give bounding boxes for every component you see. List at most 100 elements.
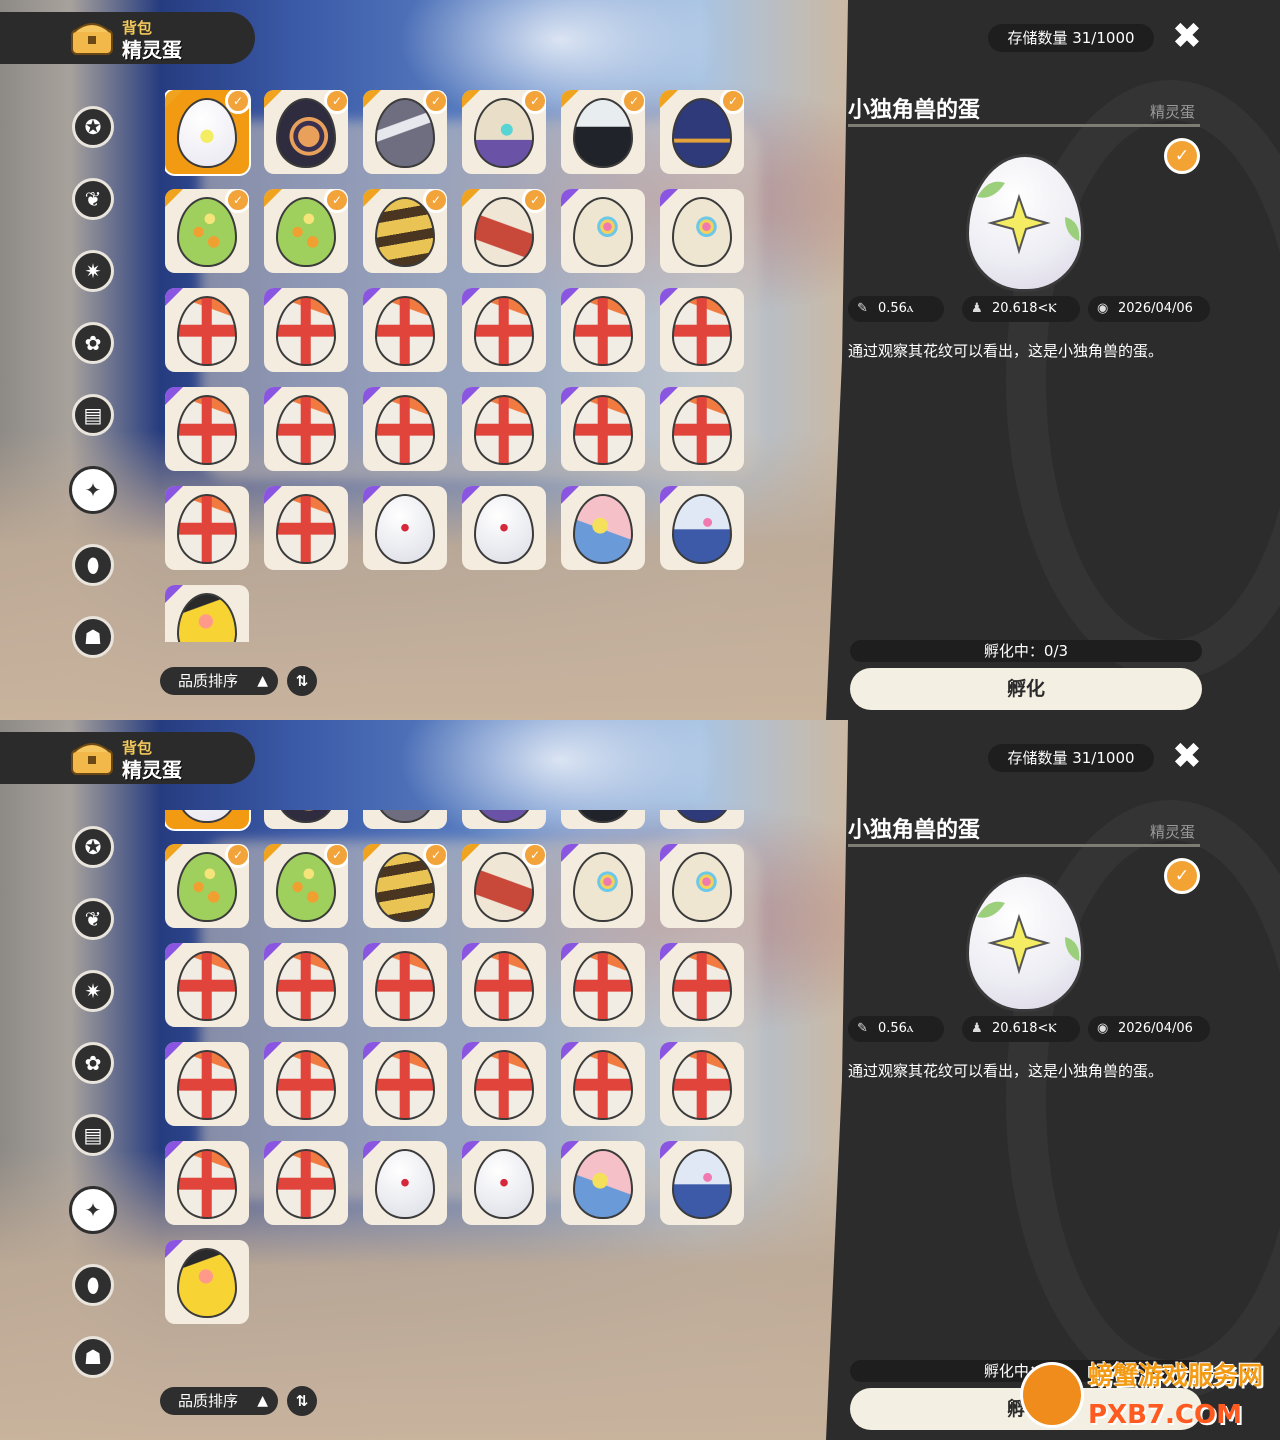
- egg-slot[interactable]: [264, 1042, 348, 1126]
- leaf-icon[interactable]: ❦: [72, 178, 114, 220]
- egg-slot[interactable]: ✓: [561, 810, 645, 829]
- egg-slot[interactable]: [165, 1240, 249, 1324]
- rarity-corner: [561, 1042, 579, 1060]
- egg-slot[interactable]: [165, 585, 249, 642]
- egg-slot[interactable]: [363, 1042, 447, 1126]
- egg-slot[interactable]: ✓: [165, 810, 249, 829]
- plant-icon[interactable]: ✿: [72, 1042, 114, 1084]
- egg-slot[interactable]: ✓: [363, 810, 447, 829]
- egg-slot[interactable]: [165, 288, 249, 372]
- sparkle-badge-icon[interactable]: ✷: [72, 250, 114, 292]
- star-badge-icon[interactable]: ✪: [72, 106, 114, 148]
- sort-dropdown[interactable]: 品质排序 ▲: [160, 667, 278, 695]
- egg-slot[interactable]: ✓: [165, 189, 249, 273]
- egg-slot[interactable]: [363, 1141, 447, 1225]
- sort-label: 品质排序: [178, 1392, 239, 1410]
- egg-slot[interactable]: [561, 486, 645, 570]
- stat-size-value: 0.56ⲁ: [878, 1021, 914, 1036]
- egg-slot[interactable]: [660, 288, 744, 372]
- egg-slot[interactable]: [462, 1042, 546, 1126]
- egg-slot[interactable]: [561, 189, 645, 273]
- egg-slot[interactable]: [165, 1042, 249, 1126]
- egg-slot[interactable]: [165, 387, 249, 471]
- egg-icon[interactable]: ✦: [69, 466, 117, 514]
- card-icon[interactable]: ▤: [72, 1114, 114, 1156]
- egg-slot[interactable]: [660, 1042, 744, 1126]
- egg-slot[interactable]: [660, 844, 744, 928]
- close-icon[interactable]: ✖: [1168, 18, 1206, 56]
- egg-slot[interactable]: [660, 1141, 744, 1225]
- egg-slot[interactable]: [264, 387, 348, 471]
- sort-dropdown[interactable]: 品质排序 ▲: [160, 1387, 278, 1415]
- sparkle-badge-icon[interactable]: ✷: [72, 970, 114, 1012]
- card-icon[interactable]: ▤: [72, 394, 114, 436]
- egg-icon: [177, 1050, 237, 1120]
- egg-slot[interactable]: [660, 387, 744, 471]
- egg-slot[interactable]: ✓: [264, 844, 348, 928]
- egg-slot[interactable]: [264, 1141, 348, 1225]
- egg-slot[interactable]: ✓: [165, 844, 249, 928]
- egg-icon[interactable]: ✦: [69, 1186, 117, 1234]
- egg-slot[interactable]: ✓: [660, 90, 744, 174]
- egg-slot[interactable]: [264, 943, 348, 1027]
- egg-slot[interactable]: [561, 1141, 645, 1225]
- egg-slot[interactable]: ✓: [462, 810, 546, 829]
- hatch-button[interactable]: 孵化: [850, 668, 1202, 710]
- egg-slot[interactable]: ✓: [462, 844, 546, 928]
- egg-icon: [375, 395, 435, 465]
- sort-order-toggle-icon[interactable]: ⇅: [287, 666, 317, 696]
- egg-slot[interactable]: [561, 943, 645, 1027]
- egg-slot[interactable]: [165, 486, 249, 570]
- egg-slot[interactable]: [660, 189, 744, 273]
- bag-icon[interactable]: ☗: [72, 616, 114, 658]
- egg-slot[interactable]: ✓: [561, 90, 645, 174]
- sort-order-toggle-icon[interactable]: ⇅: [287, 1386, 317, 1416]
- quality-medal-icon: ✓: [324, 844, 348, 868]
- egg-slot[interactable]: [264, 288, 348, 372]
- egg-slot[interactable]: ✓: [462, 90, 546, 174]
- egg-slot[interactable]: ✓: [363, 90, 447, 174]
- egg-slot[interactable]: [462, 943, 546, 1027]
- egg-slot[interactable]: ✓: [660, 810, 744, 829]
- rarity-corner: [561, 288, 579, 306]
- egg-slot[interactable]: [165, 943, 249, 1027]
- rarity-corner: [462, 189, 480, 207]
- egg-slot[interactable]: [363, 486, 447, 570]
- bag-icon[interactable]: ☗: [72, 1336, 114, 1378]
- egg-slot[interactable]: ✓: [363, 844, 447, 928]
- egg-slot[interactable]: ✓: [462, 189, 546, 273]
- egg-slot[interactable]: [561, 1042, 645, 1126]
- egg-slot[interactable]: [561, 288, 645, 372]
- egg-slot[interactable]: [660, 486, 744, 570]
- egg-slot[interactable]: ✓: [264, 90, 348, 174]
- acorn-icon[interactable]: ⬮: [72, 1264, 114, 1306]
- acorn-icon[interactable]: ⬮: [72, 544, 114, 586]
- site-watermark-logo: 螃蟹游戏服务网 PXB7.COM: [1020, 1352, 1280, 1440]
- egg-category: 精灵蛋: [1150, 103, 1196, 121]
- egg-slot[interactable]: ✓: [363, 189, 447, 273]
- egg-slot[interactable]: [264, 486, 348, 570]
- egg-grid[interactable]: ✓ ✓ ✓ ✓ ✓ ✓ ✓ ✓ ✓ ✓: [165, 810, 755, 1362]
- close-icon[interactable]: ✖: [1168, 738, 1206, 776]
- leaf-icon[interactable]: ❦: [72, 898, 114, 940]
- egg-slot[interactable]: ✓: [165, 90, 249, 174]
- egg-slot[interactable]: [462, 1141, 546, 1225]
- egg-slot[interactable]: [561, 387, 645, 471]
- storage-count: 存储数量 31/1000: [988, 24, 1154, 52]
- egg-slot[interactable]: [660, 943, 744, 1027]
- plant-icon[interactable]: ✿: [72, 322, 114, 364]
- egg-grid[interactable]: ✓ ✓ ✓ ✓ ✓ ✓ ✓ ✓ ✓ ✓: [165, 90, 755, 642]
- egg-slot[interactable]: [363, 387, 447, 471]
- egg-slot[interactable]: [462, 288, 546, 372]
- rarity-corner: [462, 844, 480, 862]
- egg-slot[interactable]: ✓: [264, 810, 348, 829]
- egg-slot[interactable]: [462, 486, 546, 570]
- egg-slot[interactable]: [363, 288, 447, 372]
- egg-slot[interactable]: [165, 1141, 249, 1225]
- egg-slot[interactable]: [363, 943, 447, 1027]
- egg-slot[interactable]: ✓: [264, 189, 348, 273]
- egg-slot[interactable]: [462, 387, 546, 471]
- egg-slot[interactable]: [561, 844, 645, 928]
- quality-medal-icon: ✓: [225, 90, 249, 114]
- star-badge-icon[interactable]: ✪: [72, 826, 114, 868]
